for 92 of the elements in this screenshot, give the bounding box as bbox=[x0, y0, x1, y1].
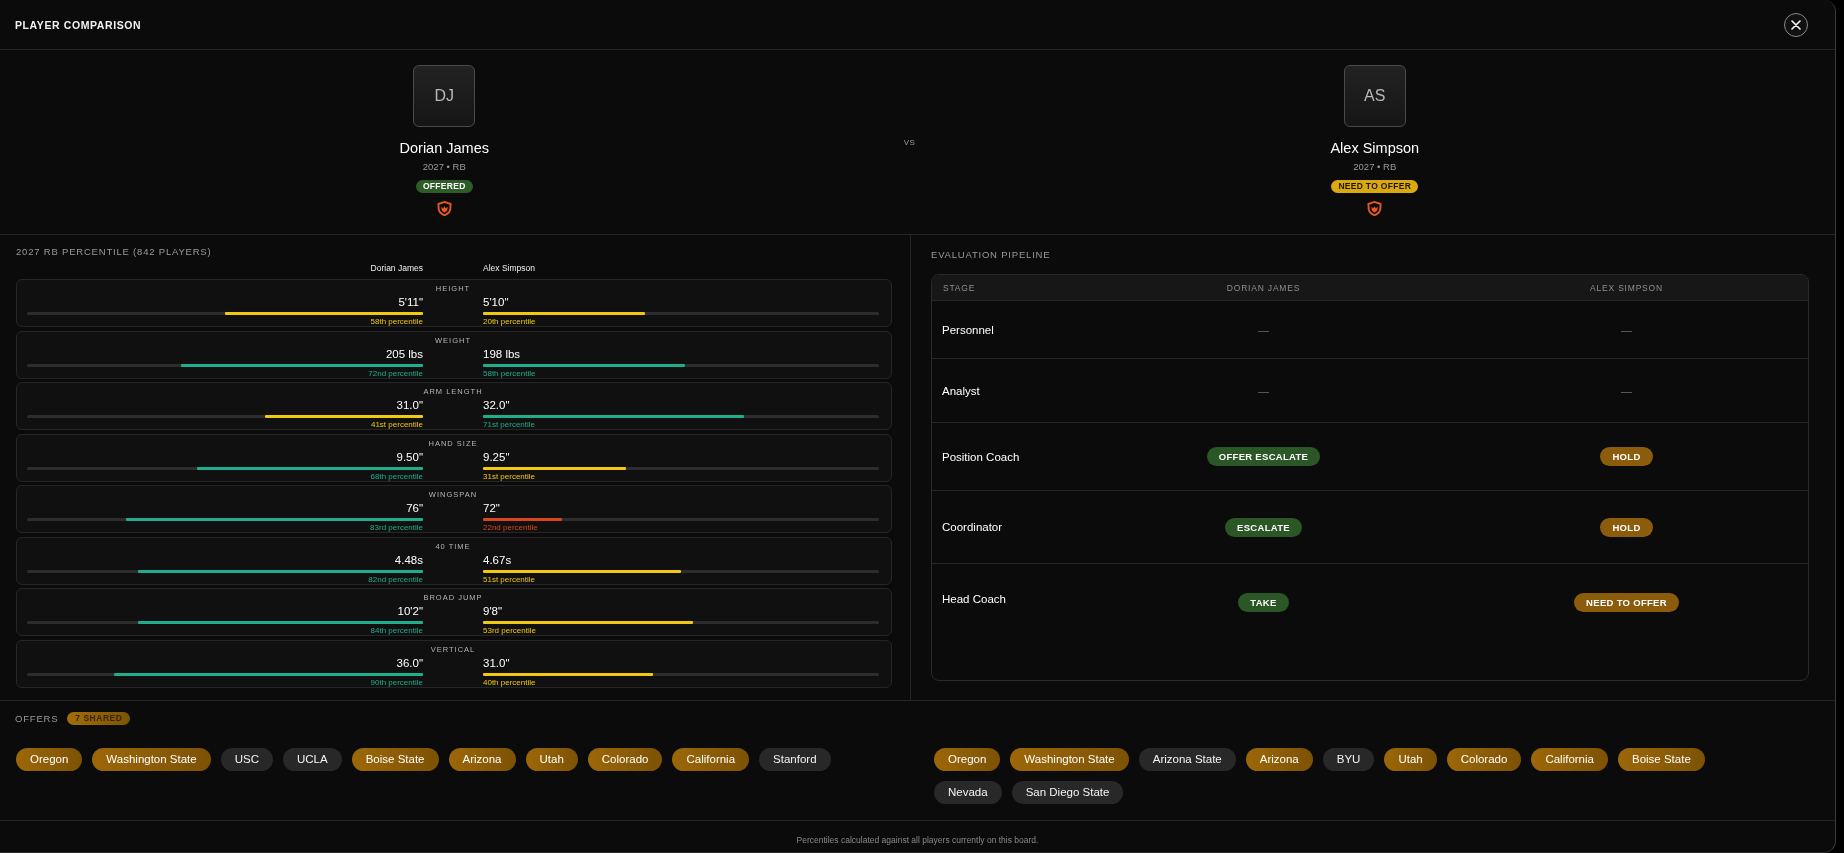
close-button[interactable] bbox=[1784, 12, 1808, 37]
metric-value: 4.67s bbox=[483, 552, 512, 567]
metric-value: 5'10" bbox=[483, 295, 509, 309]
empty-dash: — bbox=[1621, 384, 1632, 397]
percentile-text: 83rd percentile bbox=[370, 522, 423, 533]
stage-name: Coordinator bbox=[941, 521, 1004, 533]
stage-name: Personnel bbox=[941, 323, 995, 336]
metric-value: 32.0" bbox=[483, 398, 510, 412]
decision-badge: HOLD bbox=[1600, 517, 1653, 537]
school-chip: Utah bbox=[1384, 748, 1437, 771]
empty-dash: — bbox=[1621, 323, 1632, 336]
school-chip: Colorado bbox=[587, 748, 663, 771]
school-chip: Boise State bbox=[351, 748, 439, 771]
shield-icon bbox=[436, 201, 452, 216]
metric-value: 4.48s bbox=[394, 552, 423, 567]
percentile-text: 58th percentile bbox=[483, 367, 536, 379]
percentile-text: 58th percentile bbox=[370, 316, 423, 327]
column-header: DORIAN JAMES bbox=[1226, 282, 1301, 293]
player-name: Alex Simpson bbox=[1330, 139, 1420, 157]
percentile-text: 41st percentile bbox=[370, 419, 423, 430]
decision-badge: HOLD bbox=[1600, 447, 1653, 466]
percentile-text: 20th percentile bbox=[483, 316, 536, 327]
shield-icon bbox=[1367, 201, 1383, 216]
metric-value: 5'11" bbox=[398, 295, 423, 309]
metric-value: 198 lbs bbox=[483, 346, 521, 361]
section-title: EVALUATION PIPELINE bbox=[931, 249, 1052, 261]
window-title: PLAYER COMPARISON bbox=[15, 18, 142, 31]
school-chip: USC bbox=[220, 748, 273, 771]
percentile-text: 68th percentile bbox=[370, 470, 423, 482]
school-chip: Oregon bbox=[934, 748, 1001, 771]
metric-value: 72" bbox=[483, 501, 500, 515]
avatar-initials: DJ bbox=[413, 65, 476, 127]
metric-value: 31.0" bbox=[483, 655, 510, 670]
section-title: 2027 RB PERCENTILE (842 PLAYERS) bbox=[16, 246, 213, 258]
percentile-text: 90th percentile bbox=[370, 676, 423, 688]
metric-value: 9.25" bbox=[483, 449, 510, 464]
percentile-text: 22nd percentile bbox=[483, 522, 538, 533]
metric-value: 205 lbs bbox=[385, 346, 423, 361]
empty-dash: — bbox=[1258, 384, 1269, 397]
metric-value: 31.0" bbox=[396, 398, 423, 412]
school-chip: Arizona bbox=[448, 748, 516, 771]
column-header: STAGE bbox=[942, 282, 977, 293]
player-meta: 2027 • RB bbox=[422, 160, 466, 173]
school-chip: BYU bbox=[1322, 748, 1375, 771]
percentile-text: 31st percentile bbox=[483, 470, 536, 482]
metric-value: 9.50" bbox=[396, 449, 423, 464]
shared-count-badge: 7 SHARED bbox=[67, 711, 131, 725]
school-chip: Arizona State bbox=[1138, 748, 1236, 771]
school-chip: Colorado bbox=[1446, 748, 1522, 771]
percentile-text: 71st percentile bbox=[483, 419, 536, 430]
metric-value: 76" bbox=[406, 501, 423, 515]
status-badge: NEED TO OFFER bbox=[1331, 180, 1419, 193]
avatar-initials: AS bbox=[1343, 65, 1406, 127]
percentile-text: 51st percentile bbox=[483, 573, 536, 585]
school-chip: California bbox=[672, 748, 750, 771]
percentile-text: 40th percentile bbox=[483, 676, 536, 688]
school-chip: Washington State bbox=[92, 748, 211, 771]
metric-value: 36.0" bbox=[396, 655, 423, 670]
decision-badge: TAKE bbox=[1238, 593, 1289, 612]
close-icon bbox=[1791, 19, 1801, 30]
school-chip: Utah bbox=[525, 748, 578, 771]
decision-badge: NEED TO OFFER bbox=[1574, 593, 1679, 612]
percentile-text: 84th percentile bbox=[370, 625, 423, 636]
metric-value: 9'8" bbox=[483, 604, 503, 618]
empty-dash: — bbox=[1258, 323, 1269, 336]
decision-badge: ESCALATE bbox=[1225, 517, 1302, 537]
stage-name: Position Coach bbox=[941, 450, 1021, 463]
school-chip: UCLA bbox=[283, 748, 342, 771]
school-chip: Arizona bbox=[1245, 748, 1313, 771]
school-chip: California bbox=[1531, 748, 1608, 771]
percentile-text: 53rd percentile bbox=[483, 625, 536, 636]
stage-name: Head Coach bbox=[941, 593, 1007, 605]
status-badge: OFFERED bbox=[415, 180, 473, 193]
versus-label: VS bbox=[903, 138, 916, 148]
stage-name: Analyst bbox=[941, 384, 981, 397]
school-chip: Stanford bbox=[759, 748, 831, 771]
school-chip: Nevada bbox=[934, 781, 1002, 804]
school-chip: Washington State bbox=[1010, 748, 1129, 771]
school-chip: San Diego State bbox=[1011, 781, 1124, 804]
decision-badge: OFFER ESCALATE bbox=[1206, 447, 1321, 466]
player-name: Dorian James bbox=[399, 139, 489, 157]
school-chip: Boise State bbox=[1617, 748, 1705, 771]
player-meta: 2027 • RB bbox=[1353, 160, 1397, 173]
column-header: ALEX SIMPSON bbox=[1590, 282, 1663, 293]
metric-value: 10'2" bbox=[397, 604, 423, 618]
footer-note: Percentiles calculated against all players currently on this board. bbox=[796, 834, 1039, 845]
column-header: Alex Simpson bbox=[483, 262, 535, 274]
percentile-text: 72nd percentile bbox=[368, 367, 423, 379]
section-title: OFFERS bbox=[15, 712, 59, 724]
percentile-text: 82nd percentile bbox=[368, 573, 423, 585]
school-chip: Oregon bbox=[16, 748, 83, 771]
column-header: Dorian James bbox=[370, 262, 423, 274]
